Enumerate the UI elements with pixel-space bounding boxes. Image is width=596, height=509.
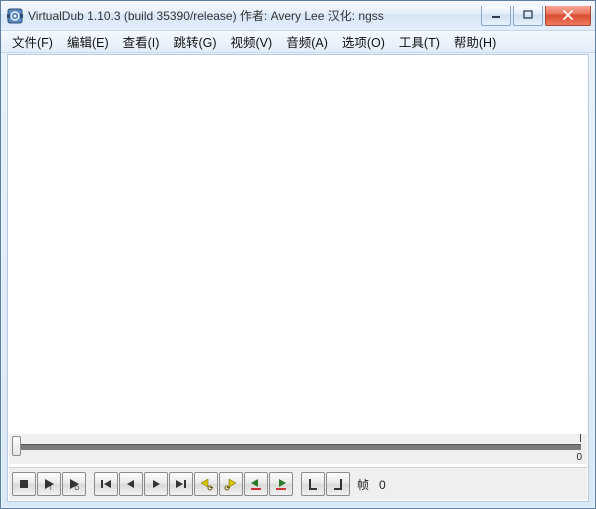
video-pane xyxy=(9,56,587,431)
stop-icon xyxy=(16,476,32,492)
menu-video[interactable]: 视频(V) xyxy=(224,30,280,53)
minimize-button[interactable] xyxy=(481,6,511,26)
frame-label: 帧 0 xyxy=(357,476,386,493)
scene-prev-button[interactable] xyxy=(244,472,268,496)
go-start-button[interactable] xyxy=(94,472,118,496)
menu-help[interactable]: 帮助(H) xyxy=(447,30,503,53)
menu-options[interactable]: 选项(O) xyxy=(335,30,392,53)
play-input-icon: I xyxy=(41,476,57,492)
scene-next-button[interactable] xyxy=(269,472,293,496)
frame-value: 0 xyxy=(379,478,386,492)
menu-tools[interactable]: 工具(T) xyxy=(392,30,447,53)
play-output-button[interactable]: O xyxy=(62,472,86,496)
window-controls xyxy=(481,6,591,26)
svg-text:I: I xyxy=(50,486,52,492)
client-area: 0 I O xyxy=(7,54,589,502)
app-icon xyxy=(7,8,23,24)
play-output-icon: O xyxy=(66,476,82,492)
app-window: VirtualDub 1.10.3 (build 35390/release) … xyxy=(0,0,596,509)
scene-next-icon xyxy=(273,476,289,492)
stop-button[interactable] xyxy=(12,472,36,496)
mark-out-icon xyxy=(330,476,346,492)
mark-in-icon xyxy=(305,476,321,492)
key-prev-button[interactable] xyxy=(194,472,218,496)
timeline[interactable]: 0 xyxy=(9,434,587,464)
timeline-end-tick xyxy=(580,434,581,442)
step-forward-button[interactable] xyxy=(144,472,168,496)
step-back-button[interactable] xyxy=(119,472,143,496)
frame-label-text: 帧 xyxy=(357,478,369,492)
transport-toolbar: I O xyxy=(9,467,587,500)
maximize-button[interactable] xyxy=(513,6,543,26)
go-end-icon xyxy=(173,476,189,492)
menubar: 文件(F) 编辑(E) 查看(I) 跳转(G) 视频(V) 音频(A) 选项(O… xyxy=(1,31,595,53)
key-prev-icon xyxy=(198,476,214,492)
menu-goto[interactable]: 跳转(G) xyxy=(166,30,223,53)
step-forward-icon xyxy=(148,476,164,492)
timeline-track[interactable] xyxy=(15,444,581,450)
timeline-end-label: 0 xyxy=(576,452,582,463)
step-back-icon xyxy=(123,476,139,492)
window-title: VirtualDub 1.10.3 (build 35390/release) … xyxy=(28,7,481,24)
go-start-icon xyxy=(98,476,114,492)
key-next-icon xyxy=(223,476,239,492)
key-next-button[interactable] xyxy=(219,472,243,496)
menu-view[interactable]: 查看(I) xyxy=(116,30,167,53)
scene-prev-icon xyxy=(248,476,264,492)
play-input-button[interactable]: I xyxy=(37,472,61,496)
svg-text:O: O xyxy=(75,486,80,492)
go-end-button[interactable] xyxy=(169,472,193,496)
menu-file[interactable]: 文件(F) xyxy=(5,30,60,53)
close-button[interactable] xyxy=(545,6,591,26)
mark-in-button[interactable] xyxy=(301,472,325,496)
mark-out-button[interactable] xyxy=(326,472,350,496)
timeline-thumb[interactable] xyxy=(12,436,21,456)
menu-edit[interactable]: 编辑(E) xyxy=(60,30,116,53)
titlebar[interactable]: VirtualDub 1.10.3 (build 35390/release) … xyxy=(1,1,595,31)
menu-audio[interactable]: 音频(A) xyxy=(279,30,335,53)
